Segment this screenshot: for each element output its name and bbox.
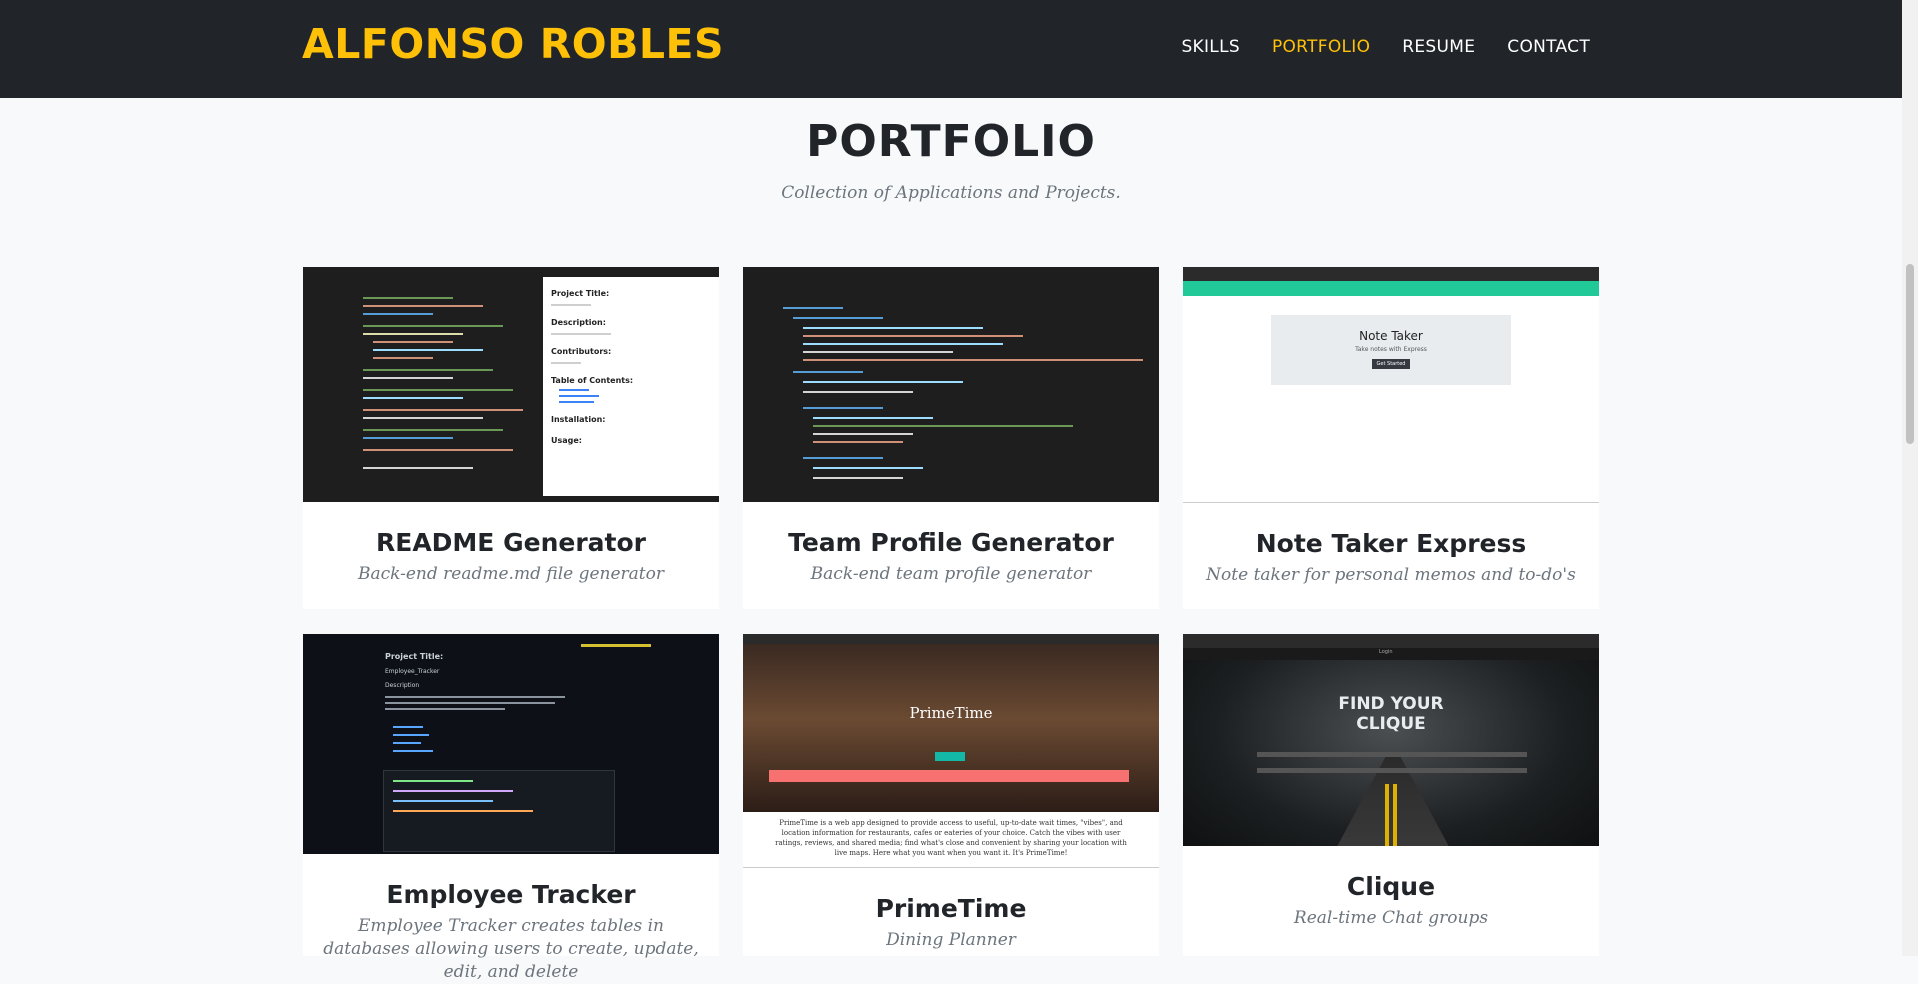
project-description: Dining Planner <box>886 930 1016 950</box>
clique-headline-line1: FIND YOUR <box>1338 694 1444 714</box>
site-brand[interactable]: ALFONSO ROBLES <box>302 20 724 68</box>
note-taker-jumbotron: Note Taker Take notes with Express Get S… <box>1271 315 1511 385</box>
project-card-team-profile-generator[interactable]: Team Profile Generator Back-end team pro… <box>743 267 1159 609</box>
get-started-button: Get Started <box>1371 359 1411 369</box>
project-thumbnail[interactable]: PrimeTime PrimeTime is a web app designe… <box>743 634 1159 868</box>
project-thumbnail[interactable]: Note Taker Take notes with Express Get S… <box>1183 267 1599 503</box>
portfolio-title: PORTFOLIO <box>806 116 1096 167</box>
project-description: Back-end readme.md file generator <box>357 564 665 584</box>
project-card-clique[interactable]: Login FIND YOUR CLIQUE Clique Real-time … <box>1183 634 1599 956</box>
nav-link-skills[interactable]: SKILLS <box>1181 37 1240 57</box>
project-title: Team Profile Generator <box>788 528 1114 557</box>
nav-link-contact[interactable]: CONTACT <box>1507 37 1590 57</box>
readme-preview-panel: Project Title: Description: Contributors… <box>543 277 719 496</box>
nav-links: SKILLS PORTFOLIO RESUME CONTACT <box>1181 37 1590 57</box>
project-title: Note Taker Express <box>1255 529 1527 558</box>
project-card-readme-generator[interactable]: Project Title: Description: Contributors… <box>303 267 719 609</box>
clique-headline: FIND YOUR CLIQUE <box>1183 694 1599 734</box>
preview-heading: Project Title: <box>551 289 610 298</box>
project-description: Real-time Chat groups <box>1293 908 1489 928</box>
project-thumbnail[interactable]: Login FIND YOUR CLIQUE <box>1183 634 1599 846</box>
page-scrollbar[interactable] <box>1902 0 1918 956</box>
project-card-employee-tracker[interactable]: Project Title: Employee_Tracker Descript… <box>303 634 719 982</box>
username-field <box>1257 752 1527 757</box>
note-taker-heading: Note Taker <box>1359 329 1423 343</box>
portfolio-subtitle: Collection of Applications and Projects. <box>781 183 1121 203</box>
clique-headline-line2: CLIQUE <box>1356 714 1426 734</box>
primetime-heading: PrimeTime <box>909 704 993 722</box>
project-thumbnail[interactable]: Project Title: Employee_Tracker Descript… <box>303 634 719 854</box>
code-editor-screenshot: Project Title: Description: Contributors… <box>303 267 719 502</box>
project-description: Employee Tracker creates tables in datab… <box>323 916 699 982</box>
top-navbar: ALFONSO ROBLES SKILLS PORTFOLIO RESUME C… <box>0 0 1902 98</box>
note-taker-navbar <box>1183 281 1599 296</box>
tracker-section: Description <box>385 682 420 689</box>
project-title: Clique <box>1346 872 1436 901</box>
primetime-blurb: PrimeTime is a web app designed to provi… <box>775 819 1127 857</box>
project-card-primetime[interactable]: PrimeTime PrimeTime is a web app designe… <box>743 634 1159 956</box>
tracker-project-name: Employee_Tracker <box>385 668 440 675</box>
project-title: Employee Tracker <box>386 880 636 909</box>
project-thumbnail[interactable] <box>743 267 1159 502</box>
project-description: Back-end team profile generator <box>810 564 1092 584</box>
note-taker-tagline: Take notes with Express <box>1355 346 1427 353</box>
restaurant-photo <box>743 644 1159 812</box>
project-title: README Generator <box>376 528 646 557</box>
nav-link-portfolio[interactable]: PORTFOLIO <box>1272 37 1370 57</box>
preview-section: Description: <box>551 318 606 327</box>
code-editor-screenshot <box>743 267 1159 502</box>
road-line-left <box>1385 784 1389 846</box>
project-description: Note taker for personal memos and to-do'… <box>1206 565 1576 585</box>
preview-section: Table of Contents: <box>551 376 634 385</box>
preview-section: Installation: <box>551 415 606 424</box>
preview-section: Contributors: <box>551 347 612 356</box>
road-line-right <box>1393 784 1397 846</box>
project-thumbnail[interactable]: Project Title: Description: Contributors… <box>303 267 719 502</box>
readme-preview-screenshot: Project Title: Employee_Tracker Descript… <box>303 634 719 854</box>
search-bar <box>769 770 1129 782</box>
preview-section: Usage: <box>551 436 583 445</box>
search-button <box>935 752 965 761</box>
password-field <box>1257 768 1527 773</box>
project-title: PrimeTime <box>875 894 1027 923</box>
tracker-heading: Project Title: <box>385 652 444 661</box>
scrollbar-thumb[interactable] <box>1906 264 1914 444</box>
project-card-note-taker-express[interactable]: Note Taker Take notes with Express Get S… <box>1183 267 1599 609</box>
nav-link-resume[interactable]: RESUME <box>1402 37 1475 57</box>
login-link: Login <box>1379 649 1393 655</box>
